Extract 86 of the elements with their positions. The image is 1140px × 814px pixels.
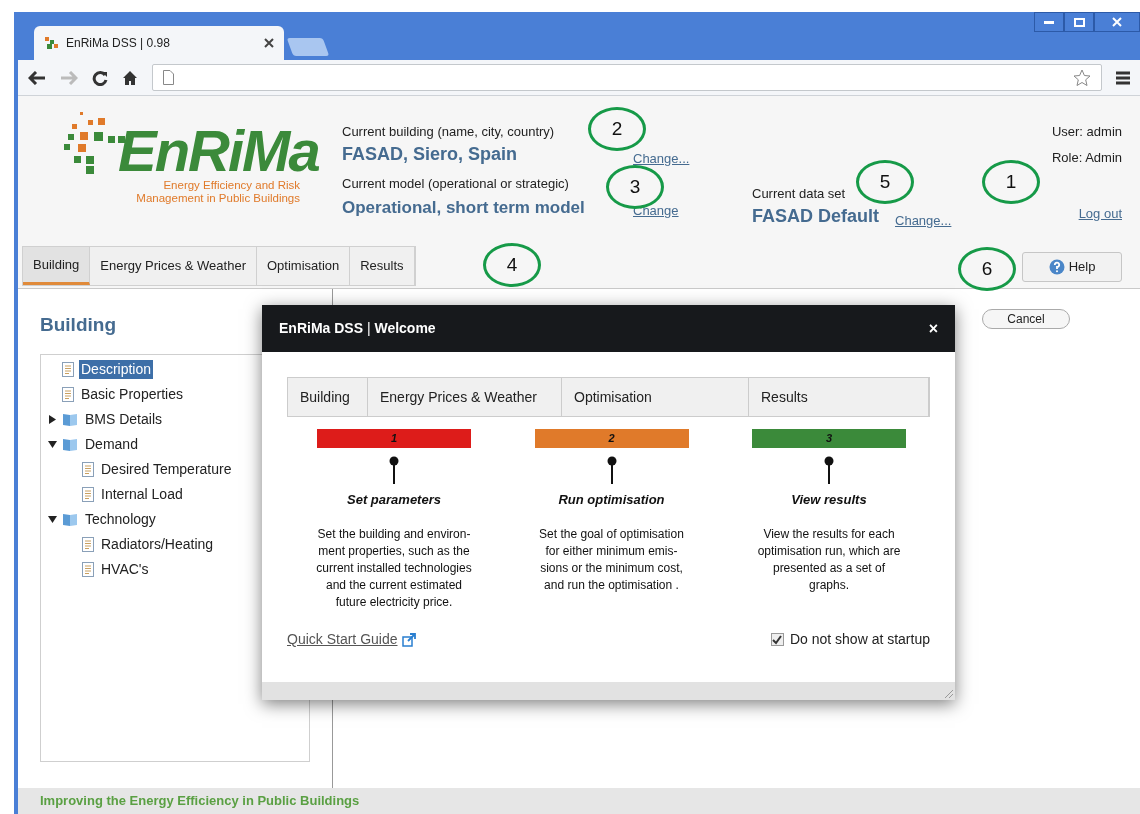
menu-icon[interactable] xyxy=(1116,70,1130,85)
tree-item[interactable]: Desired Temperature xyxy=(99,459,234,479)
help-button[interactable]: Help xyxy=(1022,252,1122,282)
annotation-circle: 4 xyxy=(483,243,541,287)
browser-tab[interactable]: EnRiMa DSS | 0.98 xyxy=(34,26,284,60)
tree-item[interactable]: Basic Properties xyxy=(79,384,185,404)
step-description: View the results for each optimisation run, which are presented as a set of graphs. xyxy=(757,525,901,594)
reload-icon[interactable] xyxy=(92,69,108,86)
close-button[interactable]: × xyxy=(928,316,938,341)
change-link[interactable]: Change... xyxy=(895,210,952,230)
expanded-caret-icon[interactable] xyxy=(47,439,57,449)
collapsed-caret-icon[interactable] xyxy=(47,414,57,424)
annotation-circle: 5 xyxy=(856,160,914,204)
nav-tab[interactable]: Optimisation xyxy=(257,247,351,285)
home-icon[interactable] xyxy=(122,69,138,86)
annotation-circle: 6 xyxy=(958,247,1016,291)
footer-text: Improving the Energy Efficiency in Public Buildings xyxy=(40,792,360,811)
page-icon xyxy=(82,561,94,577)
annotation-circle: 2 xyxy=(588,107,646,151)
user-label: User: admin xyxy=(1051,123,1122,141)
logo-tagline: Energy Efficiency and Risk Management in Public Buildings xyxy=(136,179,300,205)
step-tab[interactable]: Energy Prices & Weather xyxy=(368,378,562,416)
dialog-title: EnRiMa DSS | Welcome xyxy=(279,319,436,338)
page-icon xyxy=(82,486,94,502)
step-tab[interactable]: Building xyxy=(288,378,368,416)
star-icon[interactable] xyxy=(1073,68,1091,87)
tree-item[interactable]: Demand xyxy=(83,434,140,454)
resize-grip-icon[interactable] xyxy=(943,688,953,698)
page-icon xyxy=(62,386,74,402)
page-icon xyxy=(82,536,94,552)
book-icon xyxy=(62,436,78,452)
pin-icon xyxy=(606,456,617,484)
tree-item[interactable]: BMS Details xyxy=(83,409,165,429)
page-icon xyxy=(82,461,94,477)
cancel-button[interactable]: Cancel xyxy=(982,309,1070,329)
back-arrow-icon[interactable] xyxy=(28,70,46,85)
tree-item[interactable]: Description xyxy=(79,359,154,379)
annotation-circle: 3 xyxy=(606,165,664,209)
step-description: Set the building and environ- ment properties, such as the current installed technologies and the current estimated future electricity price. xyxy=(316,525,472,611)
tree-item[interactable]: Radiators/Heating xyxy=(99,534,216,554)
logo-name: EnRiMa xyxy=(118,122,319,180)
tree-item[interactable]: Internal Load xyxy=(99,484,185,504)
step-title: Set parameters xyxy=(347,491,441,509)
page-icon xyxy=(163,70,174,85)
step-title: Run optimisation xyxy=(558,491,665,509)
field-label: Current building (name, city, country) xyxy=(342,123,555,141)
close-icon[interactable] xyxy=(264,38,274,48)
step-bar: 1 xyxy=(317,429,471,448)
step-description: Set the goal of optimisation for either minimum emis- sions or the minimum cost, and run the optimisation . xyxy=(539,525,684,594)
role-label: Role: Admin xyxy=(1051,149,1122,167)
external-link-icon xyxy=(401,632,416,647)
field-label: Current data set xyxy=(752,185,846,203)
close-window-button[interactable] xyxy=(1094,12,1140,32)
checkbox[interactable] xyxy=(770,633,784,646)
step-bar: 2 xyxy=(534,429,689,448)
building-name: FASAD, Siero, Spain xyxy=(342,143,519,166)
logout-link[interactable]: Log out xyxy=(1078,203,1122,223)
book-icon xyxy=(62,511,78,527)
annotation-circle: 1 xyxy=(982,160,1040,204)
quick-start-link[interactable]: Quick Start Guide xyxy=(287,629,398,650)
favicon-icon xyxy=(44,35,60,51)
sidebar-title: Building xyxy=(40,313,116,337)
step-title: View results xyxy=(791,491,867,509)
nav-tab[interactable]: Building xyxy=(23,247,91,285)
step-tab[interactable]: Results xyxy=(749,378,929,416)
tree-item[interactable]: Technology xyxy=(83,509,158,529)
nav-tab[interactable]: Energy Prices & Weather xyxy=(90,247,257,285)
tree-item[interactable]: HVAC's xyxy=(99,559,151,579)
nav-tab[interactable]: Results xyxy=(350,247,415,285)
field-label: Current model (operational or strategic) xyxy=(342,175,569,193)
book-icon xyxy=(62,411,78,427)
close-icon xyxy=(1112,17,1122,27)
step-tab[interactable]: Optimisation xyxy=(562,378,749,416)
step-bar: 3 xyxy=(752,429,906,448)
tab-title: EnRiMa DSS | 0.98 xyxy=(66,35,171,52)
data-set-name: FASAD Default xyxy=(752,205,879,228)
change-link[interactable]: Change... xyxy=(633,148,690,168)
maximize-button[interactable] xyxy=(1064,12,1094,32)
model-name: Operational, short term model xyxy=(342,196,586,219)
pin-icon xyxy=(824,456,834,484)
page-icon xyxy=(62,361,74,377)
question-icon xyxy=(1048,259,1065,275)
minimize-button[interactable] xyxy=(1034,12,1064,32)
checkbox-label: Do not show at startup xyxy=(789,630,930,649)
pin-icon xyxy=(389,456,399,484)
expanded-caret-icon[interactable] xyxy=(47,514,57,524)
